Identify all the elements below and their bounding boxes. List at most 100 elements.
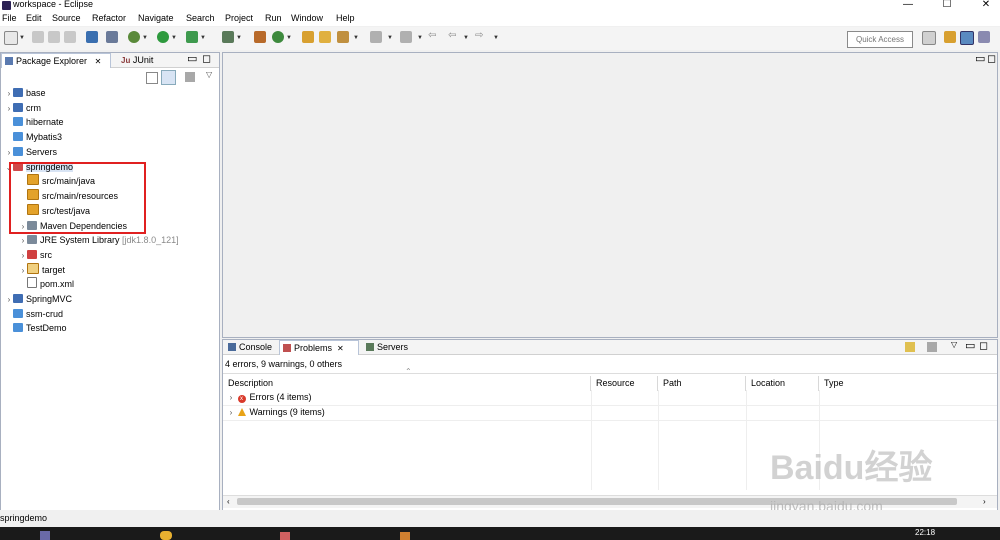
menu-help[interactable]: Help [336, 13, 355, 23]
eclipse-taskbar-icon[interactable] [40, 531, 50, 540]
chevron-down-icon[interactable]: ▼ [19, 35, 25, 41]
new-package-icon[interactable] [254, 31, 266, 43]
menu-refactor[interactable]: Refactor [92, 13, 126, 23]
chevron-right-icon[interactable]: › [5, 102, 13, 116]
forward-icon[interactable]: ⇨ [475, 30, 483, 41]
open-type-icon[interactable] [302, 31, 314, 43]
app-taskbar-icon[interactable] [400, 532, 410, 540]
menu-edit[interactable]: Edit [26, 13, 42, 23]
tab-console[interactable]: Console [225, 340, 279, 354]
minimize-view-icon[interactable]: ▭ [965, 339, 975, 352]
tree-item-pom-xml[interactable]: pom.xml [19, 277, 74, 291]
back-icon[interactable]: ⇦ [448, 30, 456, 41]
chevron-down-icon[interactable]: ▼ [142, 35, 148, 41]
tab-problems[interactable]: Problems ✕ [279, 340, 359, 355]
tree-item-servers[interactable]: › Servers [5, 145, 57, 159]
tree-item-jre-system-library[interactable]: › JRE System Library [jdk1.8.0_121] [19, 233, 179, 247]
tree-item-crm[interactable]: › crm [5, 101, 41, 115]
chevron-right-icon[interactable]: › [227, 390, 235, 405]
tab-junit[interactable]: Ju JUnit [121, 53, 165, 67]
next-annotation-icon[interactable] [370, 31, 382, 43]
save-all-icon[interactable] [48, 31, 60, 43]
chevron-down-icon[interactable]: ▼ [236, 35, 242, 41]
run-icon[interactable] [157, 31, 169, 43]
new-icon[interactable] [4, 31, 18, 45]
chevron-down-icon[interactable]: ▼ [286, 35, 292, 41]
last-edit-icon[interactable]: ⇦ [428, 30, 436, 41]
skip-breakpoints-icon[interactable] [106, 31, 118, 43]
chevron-right-icon[interactable]: › [5, 293, 13, 307]
debug-icon[interactable] [128, 31, 140, 43]
link-with-editor-icon[interactable] [161, 70, 176, 85]
column-description[interactable]: Description [223, 376, 591, 391]
tree-item-mybatis3[interactable]: Mybatis3 [5, 130, 62, 144]
chevron-down-icon[interactable]: ▼ [353, 35, 359, 41]
menu-project[interactable]: Project [225, 13, 253, 23]
chevron-down-icon[interactable]: ▼ [387, 35, 393, 41]
chevron-down-icon[interactable]: ▼ [417, 35, 423, 41]
tree-item-testdemo[interactable]: TestDemo [5, 321, 67, 335]
terminal-icon[interactable] [86, 31, 98, 43]
new-class-icon[interactable] [272, 31, 284, 43]
tree-item-ssm-crud[interactable]: ssm-crud [5, 307, 63, 321]
tree-item-hibernate[interactable]: hibernate [5, 115, 64, 129]
maximize-view-icon[interactable]: ◻ [979, 339, 988, 352]
chevron-down-icon[interactable]: ▼ [200, 35, 206, 41]
open-perspective-icon[interactable] [922, 31, 936, 45]
chevron-right-icon[interactable]: › [19, 264, 27, 278]
browser-taskbar-icon[interactable] [160, 531, 172, 540]
tree-item-target[interactable]: › target [19, 263, 65, 277]
column-path[interactable]: Path [658, 376, 746, 391]
chevron-right-icon[interactable]: › [19, 234, 27, 248]
menu-window[interactable]: Window [291, 13, 323, 23]
close-button[interactable]: ✕ [976, 0, 996, 10]
java-perspective-icon[interactable] [960, 31, 974, 45]
print-icon[interactable] [64, 31, 76, 43]
chevron-right-icon[interactable]: › [19, 249, 27, 263]
chevron-right-icon[interactable]: › [5, 87, 13, 101]
maximize-button[interactable]: ☐ [937, 0, 957, 10]
column-location[interactable]: Location [746, 376, 819, 391]
tab-package-explorer[interactable]: Package Explorer ✕ [1, 53, 111, 68]
java-ee-perspective-icon[interactable] [944, 31, 956, 43]
chevron-down-icon[interactable]: ▼ [171, 35, 177, 41]
focus-icon[interactable] [185, 72, 195, 82]
previous-annotation-icon[interactable] [400, 31, 412, 43]
chevron-down-icon[interactable]: ▼ [493, 35, 499, 41]
quick-access-input[interactable] [847, 31, 913, 48]
tree-item-base[interactable]: › base [5, 86, 46, 100]
menu-file[interactable]: File [2, 13, 17, 23]
table-row[interactable]: › Warnings (9 items) [223, 405, 997, 421]
new-server-icon[interactable] [222, 31, 234, 43]
menu-run[interactable]: Run [265, 13, 282, 23]
tree-item-springmvc[interactable]: › SpringMVC [5, 292, 72, 306]
focus-icon[interactable] [927, 342, 937, 352]
app-taskbar-icon[interactable] [280, 532, 290, 540]
open-folder-icon[interactable] [319, 31, 331, 43]
minimize-button[interactable]: — [898, 0, 918, 10]
collapse-all-icon[interactable] [146, 72, 158, 84]
save-icon[interactable] [32, 31, 44, 43]
scroll-left-icon[interactable]: ‹ [227, 497, 230, 506]
minimize-view-icon[interactable]: ▭ [975, 52, 985, 65]
scroll-right-icon[interactable]: › [983, 497, 986, 506]
menu-search[interactable]: Search [186, 13, 215, 23]
view-menu-icon[interactable]: ▽ [206, 70, 212, 79]
column-type[interactable]: Type [819, 376, 996, 391]
tree-item-src[interactable]: › src [19, 248, 52, 262]
close-icon[interactable]: ✕ [337, 344, 344, 353]
menu-source[interactable]: Source [52, 13, 81, 23]
chevron-right-icon[interactable]: › [5, 146, 13, 160]
chevron-right-icon[interactable]: › [227, 405, 235, 420]
view-menu-icon[interactable]: ▽ [951, 340, 957, 349]
maximize-view-icon[interactable]: ◻ [202, 52, 211, 65]
minimize-view-icon[interactable]: ▭ [187, 52, 197, 65]
debug-perspective-icon[interactable] [978, 31, 990, 43]
filter-icon[interactable] [905, 342, 915, 352]
chevron-down-icon[interactable]: ▼ [463, 35, 469, 41]
table-row[interactable]: › x Errors (4 items) [223, 390, 997, 406]
external-tools-icon[interactable] [186, 31, 198, 43]
menu-navigate[interactable]: Navigate [138, 13, 174, 23]
tab-servers[interactable]: Servers [363, 340, 415, 354]
close-icon[interactable]: ✕ [95, 57, 102, 66]
